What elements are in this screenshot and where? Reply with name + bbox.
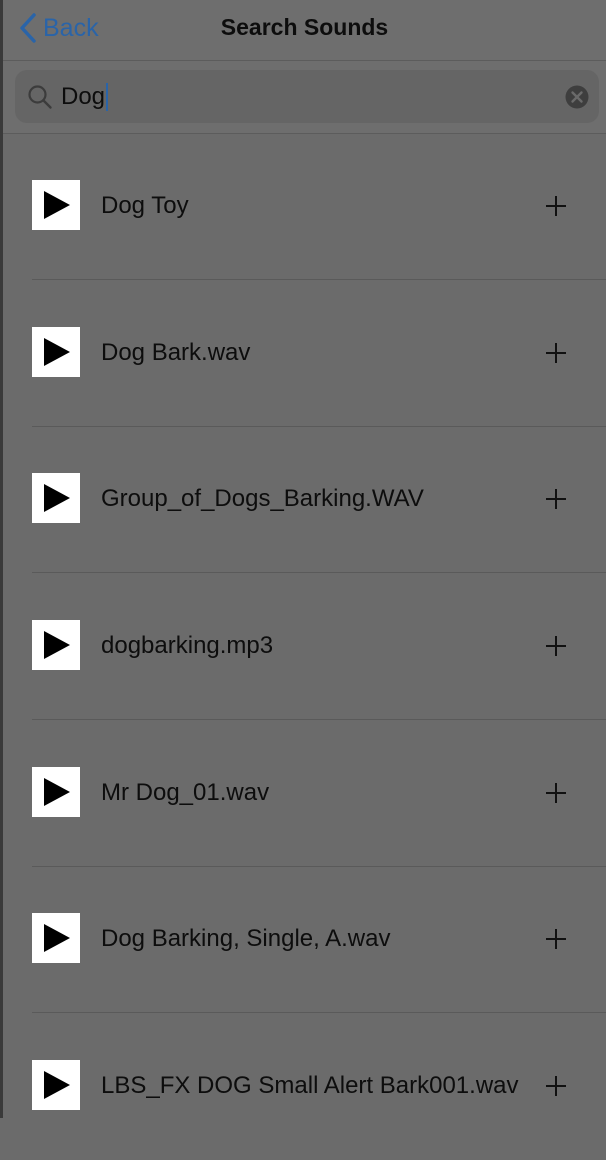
search-input-value: Dog (61, 83, 106, 110)
play-button[interactable] (32, 1060, 80, 1110)
sound-name: Group_of_Dogs_Barking.WAV (101, 485, 424, 512)
plus-icon (546, 636, 566, 656)
play-icon (44, 1071, 70, 1099)
plus-icon (546, 783, 566, 803)
add-button[interactable] (543, 1073, 569, 1099)
text-caret (106, 83, 109, 111)
sound-name: Mr Dog_01.wav (101, 779, 270, 806)
list-item[interactable]: Mr Dog_01.wav (3, 721, 606, 867)
list-item[interactable]: Dog Barking, Single, A.wav (3, 867, 606, 1013)
list-item[interactable]: Dog Toy (3, 134, 606, 280)
play-icon (44, 484, 70, 512)
play-icon (44, 924, 70, 952)
row-divider (32, 1012, 606, 1013)
list-item[interactable]: Group_of_Dogs_Barking.WAV (3, 427, 606, 573)
add-button[interactable] (543, 193, 569, 219)
sound-name: LBS_FX DOG Small Alert Bark001.wav (101, 1072, 519, 1099)
search-bar-container: Dog (3, 61, 606, 134)
add-button[interactable] (543, 486, 569, 512)
row-divider (32, 719, 606, 720)
play-button[interactable] (32, 473, 80, 523)
plus-icon (546, 929, 566, 949)
play-icon (44, 631, 70, 659)
row-divider (32, 279, 606, 280)
play-icon (44, 778, 70, 806)
play-button[interactable] (32, 913, 80, 963)
plus-icon (546, 1076, 566, 1096)
page-title: Search Sounds (220, 14, 389, 40)
add-button[interactable] (543, 926, 569, 952)
sound-name: Dog Toy (101, 192, 189, 219)
add-button[interactable] (543, 340, 569, 366)
sound-name: dogbarking.mp3 (101, 632, 274, 659)
play-button[interactable] (32, 327, 80, 377)
list-item[interactable]: LBS_FX DOG Small Alert Bark001.wav (3, 1014, 606, 1160)
plus-icon (546, 196, 566, 216)
sound-name: Dog Barking, Single, A.wav (101, 925, 391, 952)
navigation-bar: Back Search Sounds (3, 0, 606, 61)
search-field[interactable]: Dog (15, 70, 599, 123)
plus-icon (546, 489, 566, 509)
play-button[interactable] (32, 620, 80, 670)
row-divider (32, 572, 606, 573)
plus-icon (546, 343, 566, 363)
list-item[interactable]: Dog Bark.wav (3, 281, 606, 427)
play-icon (44, 191, 70, 219)
search-icon (28, 85, 52, 109)
play-button[interactable] (32, 180, 80, 230)
play-icon (44, 338, 70, 366)
sound-name: Dog Bark.wav (101, 339, 251, 366)
play-button[interactable] (32, 767, 80, 817)
add-button[interactable] (543, 780, 569, 806)
search-input[interactable]: Dog (61, 82, 109, 112)
clear-icon[interactable] (565, 85, 589, 109)
add-button[interactable] (543, 633, 569, 659)
list-item[interactable]: dogbarking.mp3 (3, 574, 606, 720)
